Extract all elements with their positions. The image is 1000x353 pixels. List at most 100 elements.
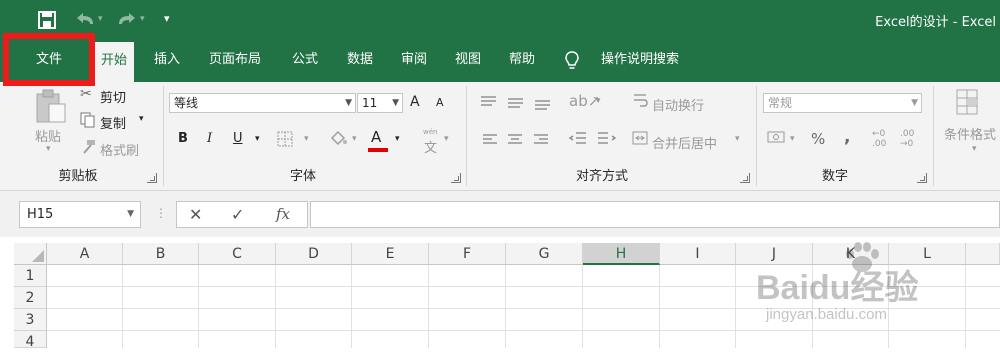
insert-function-button[interactable]: fx <box>276 205 290 223</box>
undo-icon[interactable] <box>74 12 96 28</box>
tell-me-search[interactable]: 操作说明搜索 <box>592 40 688 80</box>
chevron-down-icon: ▼ <box>127 209 134 219</box>
alignment-launcher-icon[interactable] <box>740 173 750 183</box>
name-box[interactable]: H15 ▼ <box>19 201 141 228</box>
paste-icon[interactable] <box>33 88 69 124</box>
font-color-button[interactable]: A <box>371 128 381 146</box>
accounting-format-icon[interactable] <box>767 129 787 147</box>
tab-insert[interactable]: 插入 <box>145 40 189 80</box>
highlight-box <box>3 33 95 86</box>
format-painter-icon[interactable] <box>80 139 96 155</box>
column-header[interactable]: B <box>123 243 199 265</box>
column-gridline <box>582 265 583 348</box>
conditional-formatting-icon[interactable] <box>955 88 981 118</box>
wrap-text-icon[interactable] <box>632 92 648 110</box>
font-name-combo[interactable]: 等线 ▼ <box>169 93 356 113</box>
font-size-combo[interactable]: 11 ▼ <box>357 93 403 113</box>
copy-dropdown-icon[interactable]: ▾ <box>139 114 144 124</box>
tab-data[interactable]: 数据 <box>338 40 382 80</box>
merge-center-label[interactable]: 合并后居中 <box>652 133 717 152</box>
font-color-dropdown-icon[interactable]: ▾ <box>395 134 400 144</box>
column-gridline <box>351 265 352 348</box>
underline-button[interactable]: U <box>233 131 243 146</box>
cancel-button[interactable]: ✕ <box>189 205 202 224</box>
bold-button[interactable]: B <box>178 131 188 146</box>
tab-home[interactable]: 开始 <box>94 42 134 82</box>
accounting-dropdown-icon[interactable]: ▾ <box>790 134 795 144</box>
font-size-value: 11 <box>362 96 378 110</box>
copy-icon[interactable] <box>80 112 96 128</box>
row-header[interactable]: 1 <box>14 265 47 287</box>
redo-icon[interactable] <box>116 12 138 28</box>
row-header[interactable]: 2 <box>14 287 47 309</box>
grow-font-button[interactable]: A <box>410 94 420 110</box>
ribbon-home: 粘贴 ▾ ✂ 剪切 复制 ▾ 格式刷 剪贴板 等线 ▼ 11 ▼ A A B I… <box>0 82 1000 191</box>
group-separator <box>756 86 757 186</box>
format-painter-label[interactable]: 格式刷 <box>100 140 139 159</box>
fill-color-dropdown-icon[interactable]: ▾ <box>352 134 357 144</box>
merge-center-dropdown-icon[interactable]: ▾ <box>735 134 740 144</box>
shrink-font-button[interactable]: A <box>436 96 444 109</box>
tab-help[interactable]: 帮助 <box>500 40 544 80</box>
fill-color-icon[interactable] <box>328 128 348 148</box>
group-separator <box>163 86 164 186</box>
redo-dropdown-icon[interactable]: ▾ <box>140 14 145 24</box>
percent-button[interactable]: % <box>811 130 825 148</box>
paste-dropdown-icon[interactable]: ▾ <box>46 144 51 154</box>
column-header[interactable]: D <box>276 243 352 265</box>
column-gridline <box>505 265 506 348</box>
row-header[interactable]: 4 <box>14 331 47 350</box>
phonetic-dropdown-icon[interactable]: ▾ <box>444 134 449 144</box>
column-header[interactable]: C <box>199 243 276 265</box>
cut-label[interactable]: 剪切 <box>100 87 126 106</box>
clipboard-launcher-icon[interactable] <box>147 173 157 183</box>
borders-icon[interactable] <box>276 130 294 148</box>
merge-center-icon[interactable] <box>632 130 648 146</box>
copy-label[interactable]: 复制 <box>100 113 126 132</box>
column-gridline <box>735 265 736 348</box>
phonetic-button[interactable]: 文 <box>424 137 437 156</box>
row-header[interactable]: 3 <box>14 309 47 331</box>
vertical-align-icons[interactable] <box>478 94 558 110</box>
column-header[interactable]: E <box>352 243 429 265</box>
select-all-button[interactable] <box>14 243 47 265</box>
tab-review[interactable]: 审阅 <box>392 40 436 80</box>
wrap-text-label[interactable]: 自动换行 <box>652 95 704 114</box>
underline-dropdown-icon[interactable]: ▾ <box>255 134 260 144</box>
borders-dropdown-icon[interactable]: ▾ <box>304 134 309 144</box>
column-header[interactable]: F <box>429 243 506 265</box>
column-gridline <box>198 265 199 348</box>
chevron-down-icon: ▼ <box>392 98 399 108</box>
conditional-formatting-label[interactable]: 条件格式 <box>944 124 996 143</box>
ribbon-tab-bar: 文件 开始 插入 页面布局 公式 数据 审阅 视图 帮助 操作说明搜索 <box>0 40 1000 82</box>
column-gridline <box>275 265 276 348</box>
indent-icons[interactable] <box>568 130 618 148</box>
number-launcher-icon[interactable] <box>917 173 927 183</box>
formula-bar-grip-icon: ⋮ <box>155 206 167 220</box>
increase-decimal-button[interactable]: ←0 .00 <box>872 129 890 149</box>
orientation-dropdown-icon[interactable]: ▾ <box>596 96 601 106</box>
column-header[interactable]: A <box>47 243 123 265</box>
save-icon[interactable] <box>38 11 56 29</box>
number-group-label: 数字 <box>821 169 848 184</box>
font-launcher-icon[interactable] <box>451 173 461 183</box>
formula-input[interactable] <box>310 201 1000 228</box>
horizontal-align-icons[interactable] <box>480 132 560 148</box>
column-header[interactable]: G <box>506 243 583 265</box>
column-header-selected[interactable]: H <box>583 243 660 265</box>
tab-page-layout[interactable]: 页面布局 <box>200 40 270 80</box>
paste-label[interactable]: 粘贴 <box>35 126 61 145</box>
tab-view[interactable]: 视图 <box>446 40 490 80</box>
undo-dropdown-icon[interactable]: ▾ <box>98 14 103 24</box>
decrease-decimal-button[interactable]: .00 →0 <box>900 129 918 149</box>
tab-formulas[interactable]: 公式 <box>283 40 327 80</box>
number-format-combo[interactable]: 常规 ▼ <box>763 93 922 113</box>
comma-button[interactable]: , <box>844 127 850 147</box>
italic-button[interactable]: I <box>207 131 212 146</box>
conditional-formatting-dropdown-icon[interactable]: ▾ <box>972 144 977 154</box>
column-header[interactable]: I <box>660 243 736 265</box>
enter-button[interactable]: ✓ <box>231 205 244 224</box>
customize-qat-icon[interactable]: ▾ <box>164 12 170 25</box>
clipboard-group-label: 剪贴板 <box>58 169 98 184</box>
cut-icon[interactable]: ✂ <box>80 86 92 102</box>
